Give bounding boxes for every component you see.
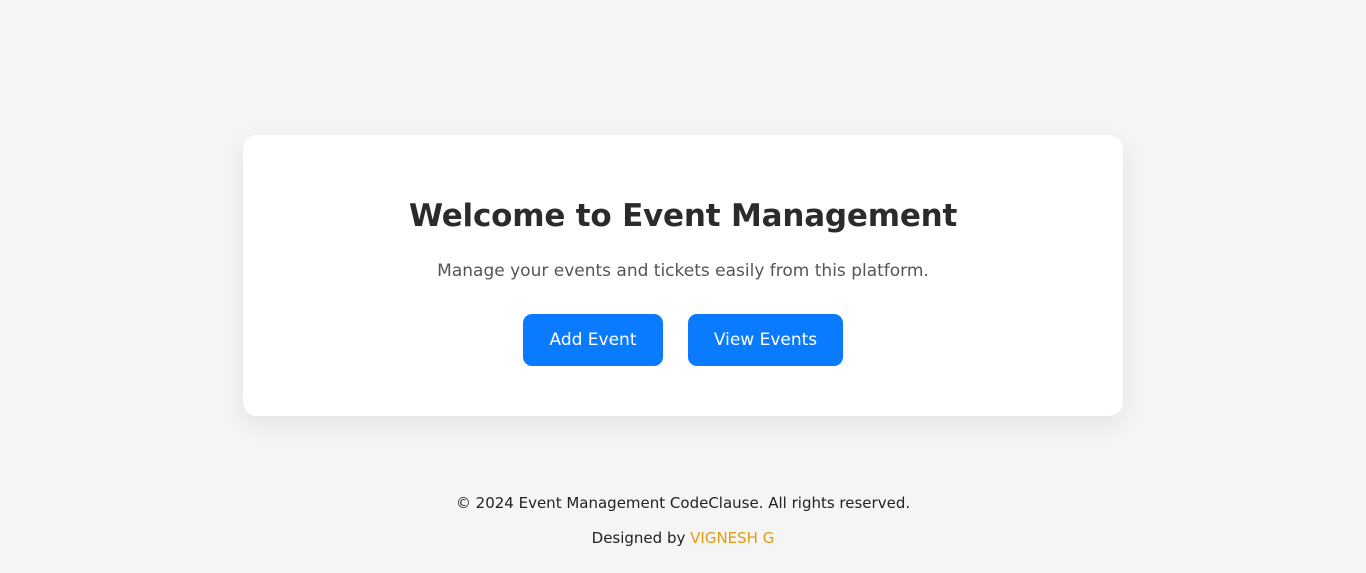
designer-name-link[interactable]: VIGNESH G [690,529,774,547]
page-subtitle: Manage your events and tickets easily fr… [437,261,929,281]
page: Welcome to Event Management Manage your … [0,0,1366,573]
footer: © 2024 Event Management CodeClause. All … [0,494,1366,547]
page-title: Welcome to Event Management [408,198,958,234]
copyright-text: © 2024 Event Management CodeClause. All … [455,494,911,512]
designed-by-line: Designed by VIGNESH G [0,529,1366,547]
add-event-button[interactable]: Add Event [523,314,663,366]
action-buttons: Add Event View Events [243,314,1123,366]
welcome-card: Welcome to Event Management Manage your … [243,135,1123,416]
view-events-button[interactable]: View Events [688,314,843,366]
designed-by-prefix: Designed by [591,529,686,547]
